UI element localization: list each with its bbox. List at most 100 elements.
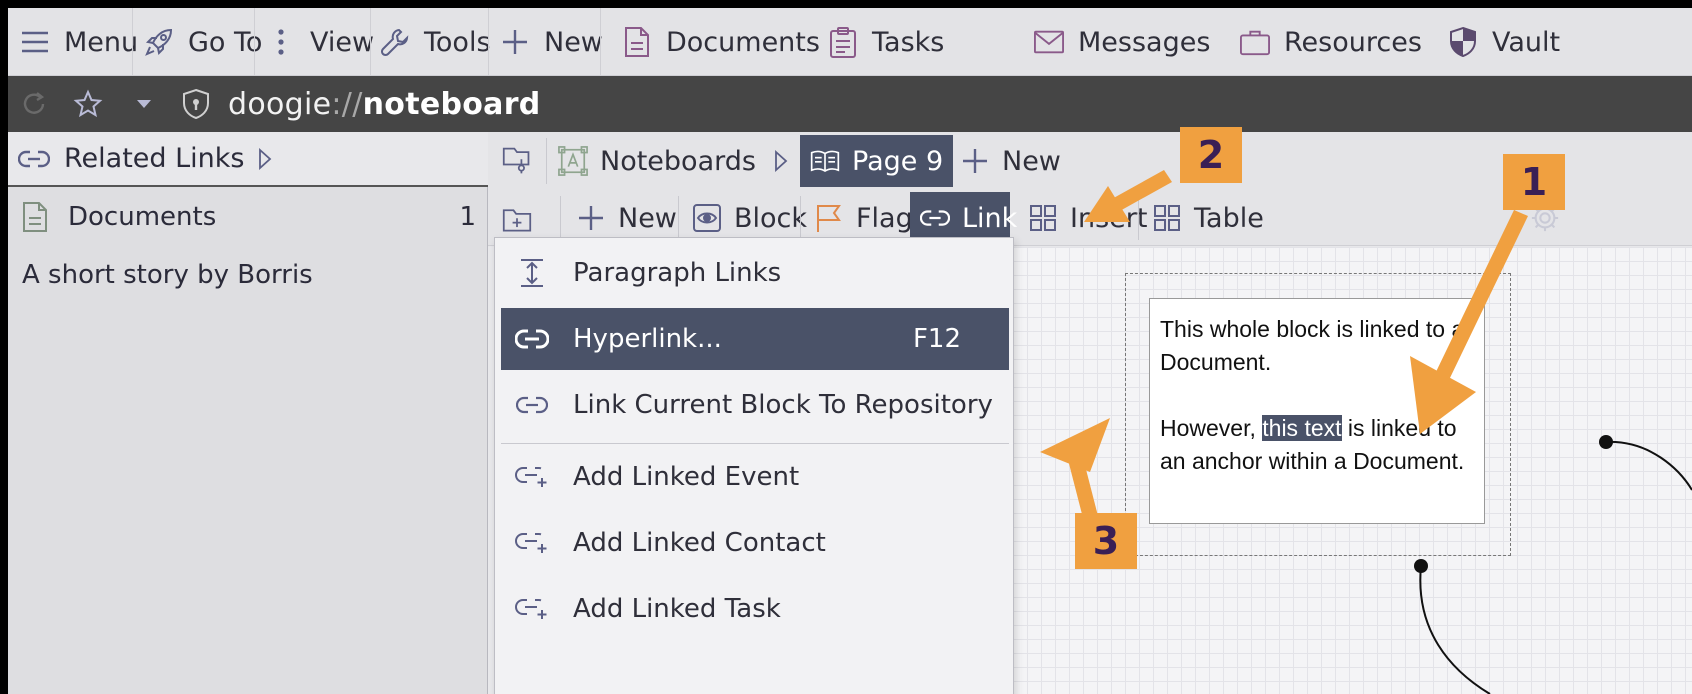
new-menu-label: New [544, 26, 603, 58]
goto-label: Go To [188, 26, 263, 58]
link-icon [920, 203, 950, 233]
menu-item-add-linked-event[interactable]: Add Linked Event [501, 446, 1009, 508]
shield-icon [1448, 26, 1478, 58]
menu-item-paragraph-links-label: Paragraph Links [573, 258, 782, 288]
block-label: Block [734, 202, 808, 234]
reload-icon[interactable] [18, 88, 50, 120]
expand-arrow-icon[interactable] [774, 150, 788, 172]
folder-plus-icon [502, 205, 532, 235]
menu-button[interactable]: Menu [20, 8, 138, 76]
linked-document-item[interactable]: A short story by Borris [8, 247, 488, 303]
url-host: noteboard [362, 86, 541, 122]
url-field[interactable]: doogie://noteboard [228, 76, 541, 132]
menu-item-add-linked-contact[interactable]: Add Linked Contact [501, 512, 1009, 574]
linked-document-label: A short story by Borris [22, 260, 313, 290]
documents-group-label: Documents [68, 202, 217, 232]
resources-button[interactable]: Resources [1240, 8, 1422, 76]
star-icon[interactable] [72, 88, 104, 120]
grid-icon [1028, 203, 1058, 233]
messages-button[interactable]: Messages [1034, 8, 1210, 76]
link-add-icon [515, 528, 549, 558]
outline-toggle[interactable] [502, 135, 544, 187]
related-links-label: Related Links [64, 143, 245, 174]
note-line-1: This whole block is linked to a Document… [1160, 316, 1465, 375]
open-book-icon [810, 146, 840, 176]
messages-label: Messages [1078, 26, 1211, 58]
plus-icon [576, 203, 606, 233]
goto-button[interactable]: Go To [144, 8, 262, 76]
callout-badge-1: 1 [1503, 154, 1565, 210]
link-icon [515, 390, 549, 420]
address-bar: doogie://noteboard [8, 76, 1692, 132]
url-scheme: doogie [228, 86, 332, 122]
link-add-icon [515, 594, 549, 624]
menu-item-link-block-repository-label: Link Current Block To Repository [573, 390, 993, 420]
tab-page-label: Page 9 [852, 145, 944, 177]
menu-item-hyperlink-label: Hyperlink... [573, 324, 722, 354]
view-label: View [310, 26, 375, 58]
related-links-panel: Related Links Documents 1 A short story … [8, 132, 488, 694]
caret-down-icon[interactable] [128, 88, 160, 120]
link-icon [18, 150, 50, 168]
flag-icon [814, 203, 844, 233]
tree-branch-icon [502, 146, 532, 176]
document-icon [622, 27, 652, 57]
resources-label: Resources [1284, 26, 1422, 58]
menu-item-hyperlink[interactable]: Hyperlink... F12 [501, 308, 1009, 370]
callout-badge-3: 3 [1075, 513, 1137, 569]
plus-icon [500, 27, 530, 57]
insert-label: Insert [1070, 202, 1148, 234]
view-button[interactable]: View [266, 8, 374, 76]
tab-page[interactable]: Page 9 [800, 135, 954, 187]
vertical-dots-icon [266, 27, 296, 57]
expand-arrow-icon[interactable] [258, 147, 272, 170]
tab-noteboards[interactable]: Noteboards [558, 135, 788, 187]
app-window: Menu Go To View Tools New Documents Task… [8, 8, 1692, 694]
menu-item-hyperlink-shortcut: F12 [912, 324, 961, 354]
security-shield-icon[interactable] [180, 88, 212, 120]
tasks-button[interactable]: Tasks [828, 8, 944, 76]
menu-item-paragraph-links[interactable]: Paragraph Links [501, 242, 1009, 304]
new-block-label: New [618, 202, 677, 234]
related-links-header[interactable]: Related Links [8, 132, 488, 187]
new-menu-button[interactable]: New [500, 8, 603, 76]
table-button[interactable]: Table [1152, 192, 1264, 244]
linked-note-block[interactable]: This whole block is linked to a Document… [1149, 298, 1485, 524]
menu-item-add-linked-event-label: Add Linked Event [573, 462, 800, 492]
new-tab-button[interactable]: New [960, 135, 1061, 187]
vault-button[interactable]: Vault [1448, 8, 1560, 76]
menu-label: Menu [64, 26, 139, 58]
link-label: Link [962, 202, 1018, 234]
menu-item-add-linked-task[interactable]: Add Linked Task [501, 578, 1009, 640]
briefcase-icon [1240, 27, 1270, 57]
documents-button[interactable]: Documents [622, 8, 820, 76]
clipboard-icon [828, 27, 858, 58]
menu-item-add-linked-task-label: Add Linked Task [573, 594, 781, 624]
table-label: Table [1194, 202, 1264, 234]
url-separator: :// [331, 86, 363, 122]
noteboard-icon [558, 146, 588, 176]
eye-box-icon [692, 203, 722, 233]
vertical-expand-icon [515, 258, 549, 288]
main-menubar: Menu Go To View Tools New Documents Task… [8, 8, 1692, 76]
note-paragraph-2: However, this text is linked to an ancho… [1160, 412, 1474, 478]
tasks-label: Tasks [872, 26, 945, 58]
link-add-icon [515, 462, 549, 492]
insert-button[interactable]: Insert [1028, 192, 1147, 244]
callout-badge-2: 2 [1180, 127, 1242, 183]
link-icon [515, 324, 549, 354]
note-text-before: However, [1160, 415, 1263, 441]
new-tab-label: New [1002, 145, 1061, 177]
anchor-linked-text[interactable]: this text [1262, 415, 1342, 441]
table-icon [1152, 203, 1182, 233]
menu-item-add-linked-contact-label: Add Linked Contact [573, 528, 826, 558]
flag-label: Flag [856, 202, 913, 234]
document-icon [22, 201, 48, 233]
tools-label: Tools [424, 26, 491, 58]
tools-button[interactable]: Tools [380, 8, 491, 76]
documents-count: 1 [459, 202, 476, 232]
documents-label: Documents [666, 26, 820, 58]
documents-group-row[interactable]: Documents 1 [8, 189, 488, 245]
envelope-icon [1034, 27, 1064, 57]
menu-item-link-block-repository[interactable]: Link Current Block To Repository [501, 374, 1009, 436]
